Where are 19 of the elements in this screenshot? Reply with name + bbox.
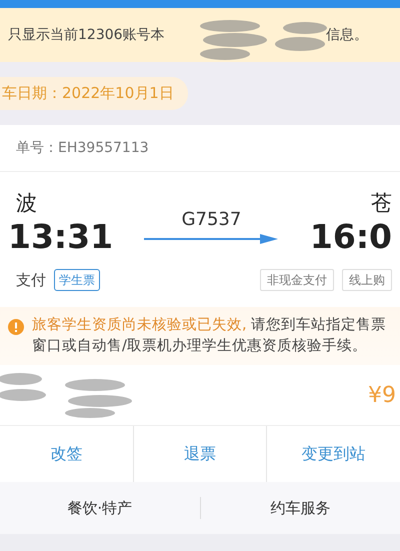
payment-tag: 线上购 [342,268,392,291]
ticket-type-tag: 学生票 [54,268,100,291]
payment-status: 支付 [15,270,46,290]
warning-text: 旅客学生资质尚未核验或已失效, 请您到车站指定售票窗口或自动售/取票机办理学生优惠资质核验手续。 [32,316,388,356]
station-name: 苍 [370,190,392,217]
notice-text: 只显示当前12306账号本 [8,26,165,44]
order-number: 单号：EH39557113 [16,138,149,158]
travel-date: 车日期：2022年10月1日 [0,77,188,110]
train-number: G7537 [182,208,242,232]
service-button[interactable]: 餐饮·特产 [0,496,200,520]
station-name: 波 [15,190,38,217]
payment-tag: 非现金支付 [260,268,334,291]
departure-time: 13:31 [8,220,114,252]
arrow-icon [144,232,278,244]
arrival-time: 16:0 [310,220,392,252]
price: ¥9 [368,382,397,410]
notice-text: 信息。 [326,26,368,44]
service-button[interactable]: 约车服务 [200,496,400,520]
warning-icon [8,319,24,335]
